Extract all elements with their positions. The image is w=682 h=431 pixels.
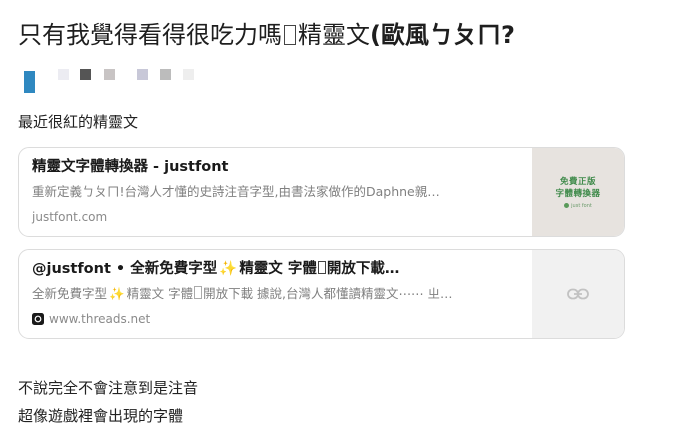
pixel-mark	[160, 69, 171, 80]
link-icon	[567, 288, 589, 300]
missing-glyph-box	[317, 261, 326, 274]
pixel-mark	[137, 69, 148, 80]
card-desc-text-3: 開放下載 據說,台灣人都懂讀精靈文⋯⋯ ㄓ…	[203, 286, 453, 301]
logo-dot-icon	[564, 203, 570, 208]
card-description: 重新定義ㄅㄆㄇ!台灣人才懂的史詩注音字型,由書法家做作的Daphne親…	[32, 184, 440, 199]
author-pixel-marks	[18, 68, 218, 93]
post-title: 只有我覺得看得很吃力嗎 精靈文(歐風ㄅㄆㄇ?	[18, 19, 515, 51]
card-description: 全新免費字型 ✨ 精靈文 字體 開放下載 據說,台灣人都懂讀精靈文⋯⋯ ㄓ…	[32, 285, 527, 303]
justfont-logo: just font	[564, 203, 592, 209]
pixel-mark	[58, 69, 69, 80]
card-domain-text: justfont.com	[32, 210, 108, 224]
card-body: @justfont • 全新免費字型 ✨ 精靈文 字體 開放下載… 全新免費字型 ✨ 精靈…	[32, 259, 527, 327]
sparkle-emoji-icon: ✨	[219, 261, 238, 277]
card-domain: justfont.com	[32, 209, 527, 225]
card-title[interactable]: 精靈文字體轉換器 - justfont	[32, 157, 527, 177]
link-preview-card-threads[interactable]: @justfont • 全新免費字型 ✨ 精靈文 字體 開放下載… 全新免費字型 ✨ 精靈…	[18, 249, 625, 339]
pixel-mark	[183, 69, 194, 80]
card-thumbnail[interactable]: 免費正版 字體轉換器 just font	[532, 148, 624, 236]
sparkle-emoji-icon: ✨	[109, 286, 125, 301]
body-text-line: 不說完全不會注意到是注音	[18, 379, 199, 397]
post-title-question-mark: ?	[500, 21, 515, 49]
logo-text: just font	[571, 202, 592, 209]
card-title[interactable]: @justfont • 全新免費字型 ✨ 精靈文 字體 開放下載…	[32, 259, 527, 279]
card-body: 精靈文字體轉換器 - justfont 重新定義ㄅㄆㄇ!台灣人才懂的史詩注音字型…	[32, 157, 527, 225]
card-domain: www.threads.net	[32, 311, 527, 327]
post-title-text-3: (歐風ㄅㄆㄇ	[370, 21, 501, 49]
post-title-text-2: 精靈文	[298, 21, 370, 49]
post-title-text: 只有我覺得看得很吃力嗎	[18, 21, 282, 49]
card-thumbnail[interactable]	[532, 250, 624, 338]
card-title-text-3: 開放下載…	[326, 261, 400, 277]
card-desc-text: 全新免費字型	[32, 286, 108, 301]
section-label: 最近很紅的精靈文	[18, 113, 139, 131]
card-title-text-2: 精靈文 字體	[239, 261, 317, 277]
link-preview-card-justfont[interactable]: 精靈文字體轉換器 - justfont 重新定義ㄅㄆㄇ!台灣人才懂的史詩注音字型…	[18, 147, 625, 237]
pixel-mark	[24, 71, 35, 93]
missing-glyph-box	[194, 286, 203, 299]
card-desc-text-2: 精靈文 字體	[126, 286, 194, 301]
pixel-mark	[104, 69, 115, 80]
card-title-text: @justfont • 全新免費字型	[32, 261, 218, 277]
threads-icon	[32, 313, 44, 325]
thumbnail-text-line: 免費正版	[559, 176, 596, 187]
body-text-line: 超像遊戲裡會出現的字體	[18, 407, 184, 425]
thumbnail-text-line: 字體轉換器	[555, 188, 601, 199]
missing-glyph-box	[284, 25, 296, 45]
card-domain-text: www.threads.net	[49, 312, 151, 326]
pixel-mark	[80, 69, 91, 80]
